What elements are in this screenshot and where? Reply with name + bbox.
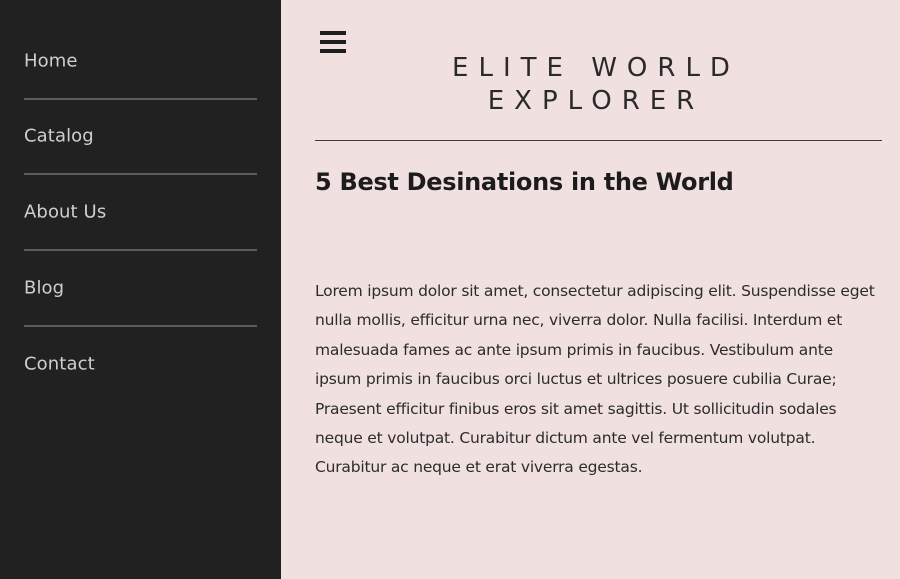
sidebar-item-label[interactable]: Contact [24,353,95,374]
sidebar-item-contact[interactable]: Contact [24,326,257,401]
post-title: 5 Best Desinations in the World [315,168,734,196]
hamburger-menu-icon[interactable] [320,31,346,53]
site-title-line-1: ELITE WORLD [452,53,740,83]
sidebar-item-label[interactable]: Blog [24,277,64,298]
sidebar-item-label[interactable]: About Us [24,201,106,222]
header-divider [315,140,882,141]
main-content: ELITE WORLD EXPLORER 5 Best Desinations … [281,0,900,579]
post-body: Lorem ipsum dolor sit amet, consectetur … [315,282,875,477]
sidebar-item-catalog[interactable]: Catalog [24,98,257,173]
sidebar-item-home[interactable]: Home [24,23,257,98]
site-title: ELITE WORLD EXPLORER [401,52,791,118]
sidebar-item-about-us[interactable]: About Us [24,174,257,249]
site-title-line-2: EXPLORER [487,86,705,116]
sidebar-item-label[interactable]: Home [24,50,78,71]
sidebar-item-label[interactable]: Catalog [24,125,94,146]
sidebar-item-blog[interactable]: Blog [24,250,257,325]
sidebar-nav: Home Catalog About Us Blog Contact [0,0,281,579]
